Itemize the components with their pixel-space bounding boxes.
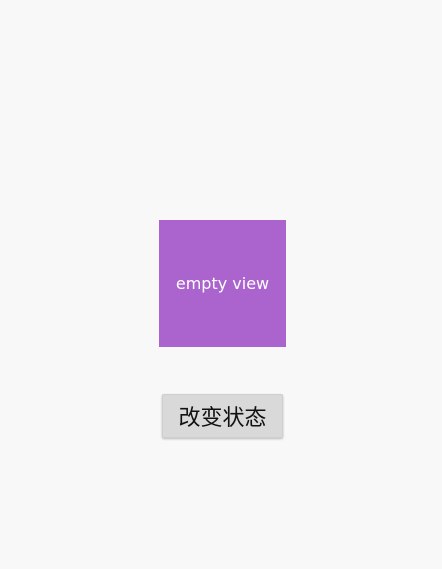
change-state-button-label: 改变状态 xyxy=(178,406,267,431)
change-state-button[interactable]: 改变状态 xyxy=(162,394,283,438)
empty-view: empty view xyxy=(159,220,286,347)
empty-view-label: empty view xyxy=(175,274,270,293)
app-screen: empty view 改变状态 xyxy=(0,0,442,569)
